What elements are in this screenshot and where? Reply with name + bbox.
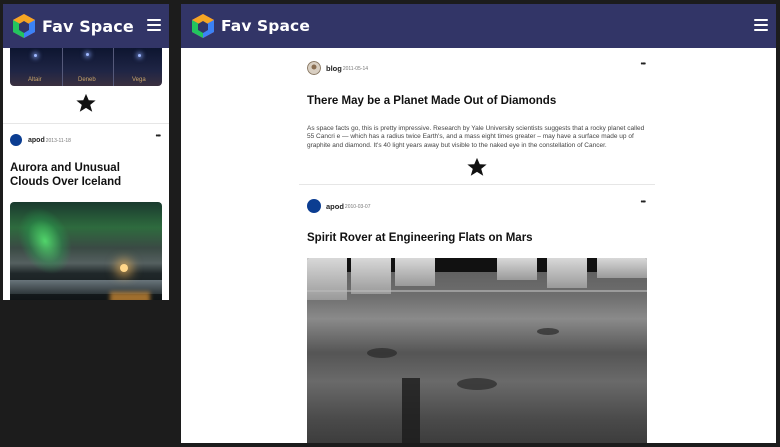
star-icon[interactable]: [75, 92, 97, 114]
star-label-vega: Vega: [132, 77, 146, 83]
blog-avatar-icon[interactable]: [307, 61, 321, 75]
post-date: 2011-05-14: [342, 65, 369, 72]
cube-logo-icon[interactable]: [10, 12, 38, 40]
brand-name[interactable]: Fav Space: [221, 17, 310, 35]
nasa-avatar-icon[interactable]: [10, 134, 22, 146]
navbar: Fav Space: [181, 4, 776, 48]
navbar: Fav Space: [3, 4, 169, 48]
aurora-photo: [10, 202, 162, 300]
nasa-avatar-icon[interactable]: [307, 199, 321, 214]
more-options-icon[interactable]: •••: [156, 133, 161, 140]
post-card: apod 2013-11-18 ••• Aurora and Unusual C…: [3, 124, 169, 300]
post-header: apod 2010-03-07 •••: [307, 198, 647, 214]
favorite-button[interactable]: [3, 92, 169, 116]
brand-name[interactable]: Fav Space: [42, 17, 134, 36]
post-author[interactable]: blog: [326, 64, 342, 73]
post-date: 2010-03-07: [344, 203, 371, 210]
favorite-button[interactable]: [307, 156, 647, 180]
post-author[interactable]: apod: [326, 202, 344, 211]
mobile-view: Fav Space Altair Deneb Vega apod 2013-11…: [3, 4, 169, 300]
hamburger-menu-icon[interactable]: [754, 19, 768, 31]
star-label-altair: Altair: [28, 77, 42, 83]
star-label-deneb: Deneb: [78, 77, 96, 83]
cube-logo-icon[interactable]: [189, 12, 217, 40]
star-icon[interactable]: [466, 156, 488, 178]
post-title: Aurora and Unusual Clouds Over Iceland: [10, 162, 122, 188]
post-card: apod 2010-03-07 ••• Spirit Rover at Engi…: [299, 185, 655, 443]
hamburger-menu-icon[interactable]: [147, 19, 161, 31]
post-title: Spirit Rover at Engineering Flats on Mar…: [307, 232, 533, 245]
post-header: apod 2013-11-18 •••: [10, 133, 162, 147]
post-author[interactable]: apod: [28, 137, 45, 144]
post-card: blog 2011-05-14 ••• There May be a Plane…: [299, 48, 655, 180]
post-feed: blog 2011-05-14 ••• There May be a Plane…: [299, 48, 655, 443]
post-title: There May be a Planet Made Out of Diamon…: [307, 95, 557, 107]
post-header: blog 2011-05-14 •••: [307, 60, 647, 76]
post-body: As space facts go, this is pretty impres…: [307, 125, 645, 149]
star-photo: Altair Deneb Vega: [10, 48, 162, 86]
more-options-icon[interactable]: •••: [641, 61, 646, 68]
mars-panorama-photo: [307, 258, 647, 443]
post-date: 2013-11-18: [45, 137, 71, 144]
desktop-view: Fav Space blog 2011-05-14 ••• There May …: [181, 4, 776, 443]
more-options-icon[interactable]: •••: [641, 199, 646, 206]
